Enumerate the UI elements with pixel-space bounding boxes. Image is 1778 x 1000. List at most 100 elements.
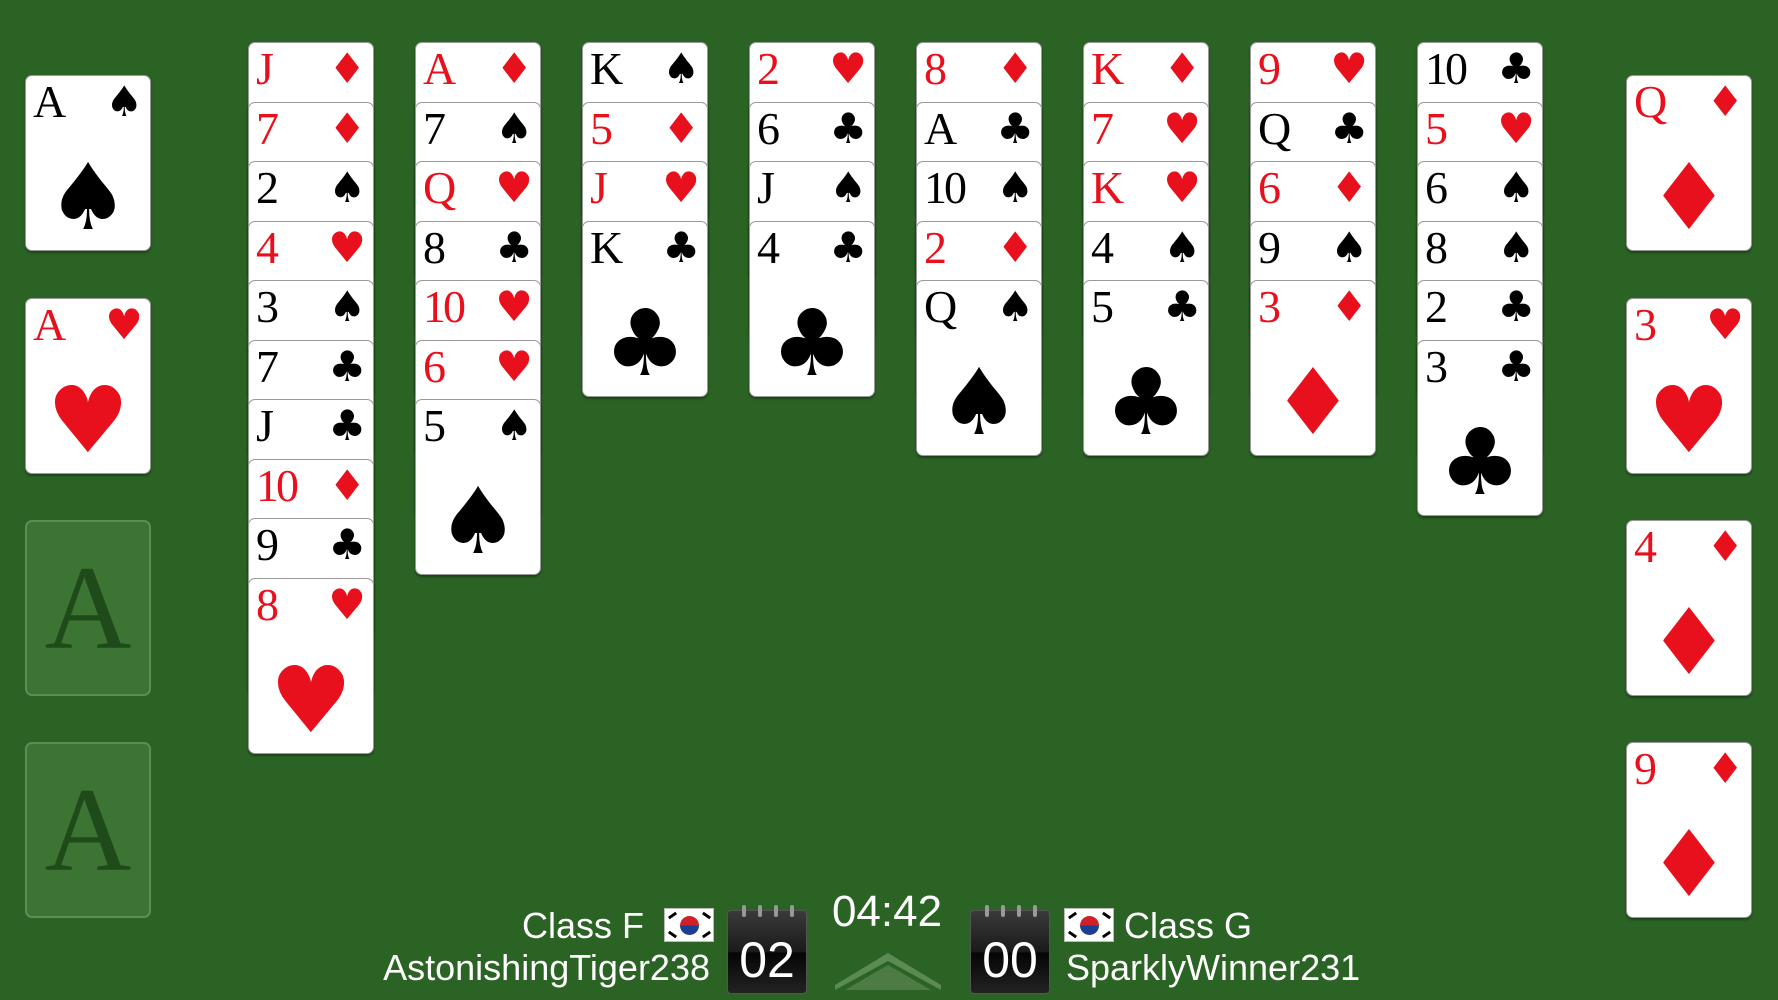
card-rank: 2 [924, 221, 947, 273]
card-rank: Q [924, 281, 957, 332]
card-rank: 6 [1425, 162, 1448, 213]
card-rank: 5 [1425, 102, 1448, 154]
diamond-icon: ♦ [328, 103, 366, 153]
card-rank: A [924, 102, 957, 154]
card-rank: 8 [423, 221, 446, 273]
spade-icon: ♠ [1497, 222, 1535, 272]
diamond-icon: ♦ [996, 222, 1034, 272]
spade-icon: ♠ [937, 349, 1021, 456]
card-rank: 3 [1258, 281, 1281, 332]
club-icon: ♣ [1104, 349, 1188, 456]
foundation-placeholder-label: A [44, 541, 132, 674]
card-rank: 2 [1425, 281, 1448, 332]
tableau-card-8-of-hearts[interactable]: 8 ♥ ♥ [248, 577, 374, 754]
card-rank: Q [1258, 102, 1291, 154]
tableau-card-5-of-spades[interactable]: 5 ♠ ♠ [415, 399, 541, 575]
heart-icon: ♥ [1497, 103, 1535, 153]
foundation-card-ace-of-hearts[interactable]: A ♥ ♥ [25, 298, 151, 474]
cell-card-3-of-hearts[interactable]: 3 ♥ ♥ [1626, 298, 1752, 474]
player-right-class: Class G [1124, 905, 1253, 946]
spade-icon: ♠ [495, 103, 533, 153]
spade-icon: ♠ [495, 401, 533, 450]
player-right-name: SparklyWinner231 [1066, 947, 1361, 988]
spade-icon: ♠ [1330, 222, 1368, 272]
korea-flag-icon [664, 908, 714, 942]
diamond-icon: ♦ [328, 460, 366, 510]
club-icon: ♣ [1497, 282, 1535, 331]
spade-icon: ♠ [662, 44, 700, 93]
card-rank: 5 [423, 400, 446, 451]
spade-icon: ♠ [829, 163, 867, 212]
heart-icon: ♥ [1647, 367, 1731, 474]
spade-icon: ♠ [436, 468, 520, 575]
club-icon: ♣ [495, 222, 533, 272]
card-rank: J [757, 162, 775, 213]
spade-icon: ♠ [328, 163, 366, 212]
foundation-empty-slot[interactable]: A [25, 520, 151, 696]
heart-icon: ♥ [662, 163, 700, 212]
card-rank: 8 [924, 43, 947, 94]
club-icon: ♣ [829, 103, 867, 153]
korea-flag-icon [1064, 908, 1114, 942]
cell-card-4-of-diamonds[interactable]: 4 ♦ ♦ [1626, 520, 1752, 696]
player-right-score-value: 00 [982, 932, 1038, 988]
spade-icon: ♠ [1497, 163, 1535, 212]
heart-icon: ♥ [269, 646, 353, 754]
heart-icon: ♥ [495, 282, 533, 331]
card-rank: 6 [1258, 162, 1281, 213]
club-icon: ♣ [328, 520, 366, 569]
heart-icon: ♥ [328, 222, 366, 272]
heart-icon: ♥ [328, 579, 366, 629]
tableau-card-king-of-clubs[interactable]: K ♣ ♣ [582, 220, 708, 397]
diamond-icon: ♦ [1706, 77, 1744, 126]
tableau-card-5-of-clubs[interactable]: 5 ♣ ♣ [1083, 280, 1209, 456]
club-icon: ♣ [662, 222, 700, 272]
card-rank: 2 [256, 162, 279, 213]
club-icon: ♣ [996, 103, 1034, 153]
card-rank: 3 [1634, 299, 1657, 350]
card-rank: 5 [590, 102, 613, 154]
card-rank: 4 [1634, 521, 1657, 572]
player-left-score: 02 [727, 905, 807, 994]
diamond-icon: ♦ [1647, 589, 1731, 696]
spade-icon: ♠ [105, 77, 143, 126]
heart-icon: ♥ [829, 44, 867, 93]
tableau-card-3-of-diamonds[interactable]: 3 ♦ ♦ [1250, 280, 1376, 456]
foundation-card-ace-of-spades[interactable]: A ♠ ♠ [25, 75, 151, 251]
spade-icon: ♠ [996, 282, 1034, 331]
cell-card-9-of-diamonds[interactable]: 9 ♦ ♦ [1626, 742, 1752, 918]
diamond-icon: ♦ [996, 44, 1034, 93]
tableau-card-queen-of-spades[interactable]: Q ♠ ♠ [916, 280, 1042, 456]
heart-icon: ♥ [1163, 103, 1201, 153]
card-rank: 7 [256, 102, 279, 154]
card-rank: 2 [757, 43, 780, 94]
diamond-icon: ♦ [495, 44, 533, 93]
club-icon: ♣ [829, 222, 867, 272]
card-rank: 6 [757, 102, 780, 154]
card-rank: J [256, 43, 274, 94]
heart-icon: ♥ [1706, 300, 1744, 349]
cell-card-queen-of-diamonds[interactable]: Q ♦ ♦ [1626, 75, 1752, 251]
player-left-class: Class F [522, 905, 645, 946]
diamond-icon: ♦ [1163, 44, 1201, 93]
heart-icon: ♥ [1330, 44, 1368, 93]
diamond-icon: ♦ [1706, 522, 1744, 571]
tableau-card-4-of-clubs[interactable]: 4 ♣ ♣ [749, 220, 875, 397]
card-rank: 4 [1091, 221, 1114, 273]
card-rank: A [33, 76, 66, 127]
diamond-icon: ♦ [1706, 744, 1744, 793]
foundation-empty-slot[interactable]: A [25, 742, 151, 918]
card-rank: K [590, 221, 623, 273]
foundation-placeholder-label: A [44, 763, 132, 896]
club-icon: ♣ [328, 401, 366, 450]
card-rank: 10 [423, 281, 466, 332]
card-rank: 8 [256, 578, 279, 630]
chevron-up-icon[interactable] [835, 945, 941, 990]
card-rank: Q [423, 162, 456, 213]
card-rank: 7 [256, 340, 279, 392]
tableau-card-3-of-clubs[interactable]: 3 ♣ ♣ [1417, 339, 1543, 516]
card-rank: A [33, 299, 66, 350]
card-rank: J [590, 162, 608, 213]
diamond-icon: ♦ [1271, 349, 1355, 456]
card-rank: 10 [924, 162, 967, 213]
